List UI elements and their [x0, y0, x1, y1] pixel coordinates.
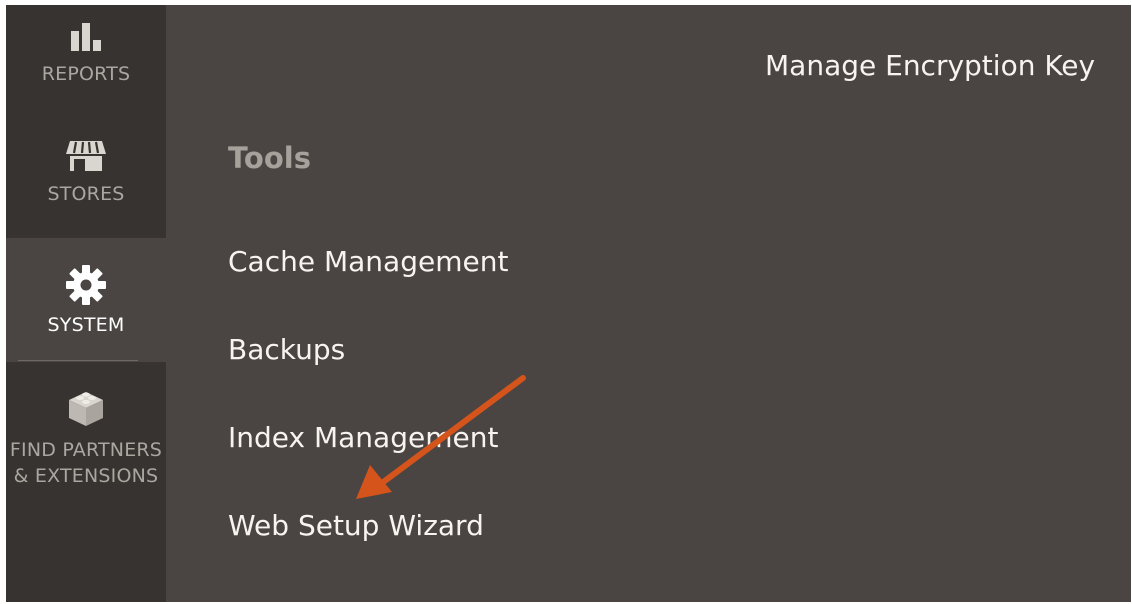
storefront-icon [6, 139, 166, 178]
menu-link-web-setup-wizard[interactable]: Web Setup Wizard [228, 509, 484, 542]
admin-menu-screenshot: REPORTS STORES SYSTEM FIND PARTNERS & EX… [6, 5, 1131, 602]
gear-icon [6, 264, 166, 311]
active-item-divider [18, 360, 138, 361]
sidebar-item-stores[interactable]: STORES [6, 115, 166, 239]
sidebar-item-find-partners[interactable]: FIND PARTNERS & EXTENSIONS [6, 382, 166, 512]
sidebar-item-label: SYSTEM [47, 314, 125, 336]
sidebar-item-label: STORES [47, 183, 125, 205]
menu-link-index-management[interactable]: Index Management [228, 421, 498, 454]
menu-section-title-tools: Tools [228, 141, 311, 175]
sidebar-item-label: REPORTS [41, 63, 131, 85]
sidebar-item-system[interactable]: SYSTEM [6, 238, 166, 362]
sidebar-item-reports[interactable]: REPORTS [6, 5, 166, 115]
annotation-arrow [356, 375, 526, 499]
lego-brick-icon [6, 388, 166, 433]
menu-link-manage-encryption-key[interactable]: Manage Encryption Key [765, 49, 1095, 82]
bar-chart-icon [6, 23, 166, 56]
menu-link-cache-management[interactable]: Cache Management [228, 245, 508, 278]
menu-link-backups[interactable]: Backups [228, 333, 345, 366]
sidebar-item-label: FIND PARTNERS & EXTENSIONS [9, 439, 163, 487]
admin-sidebar: REPORTS STORES SYSTEM FIND PARTNERS & EX… [6, 5, 166, 602]
